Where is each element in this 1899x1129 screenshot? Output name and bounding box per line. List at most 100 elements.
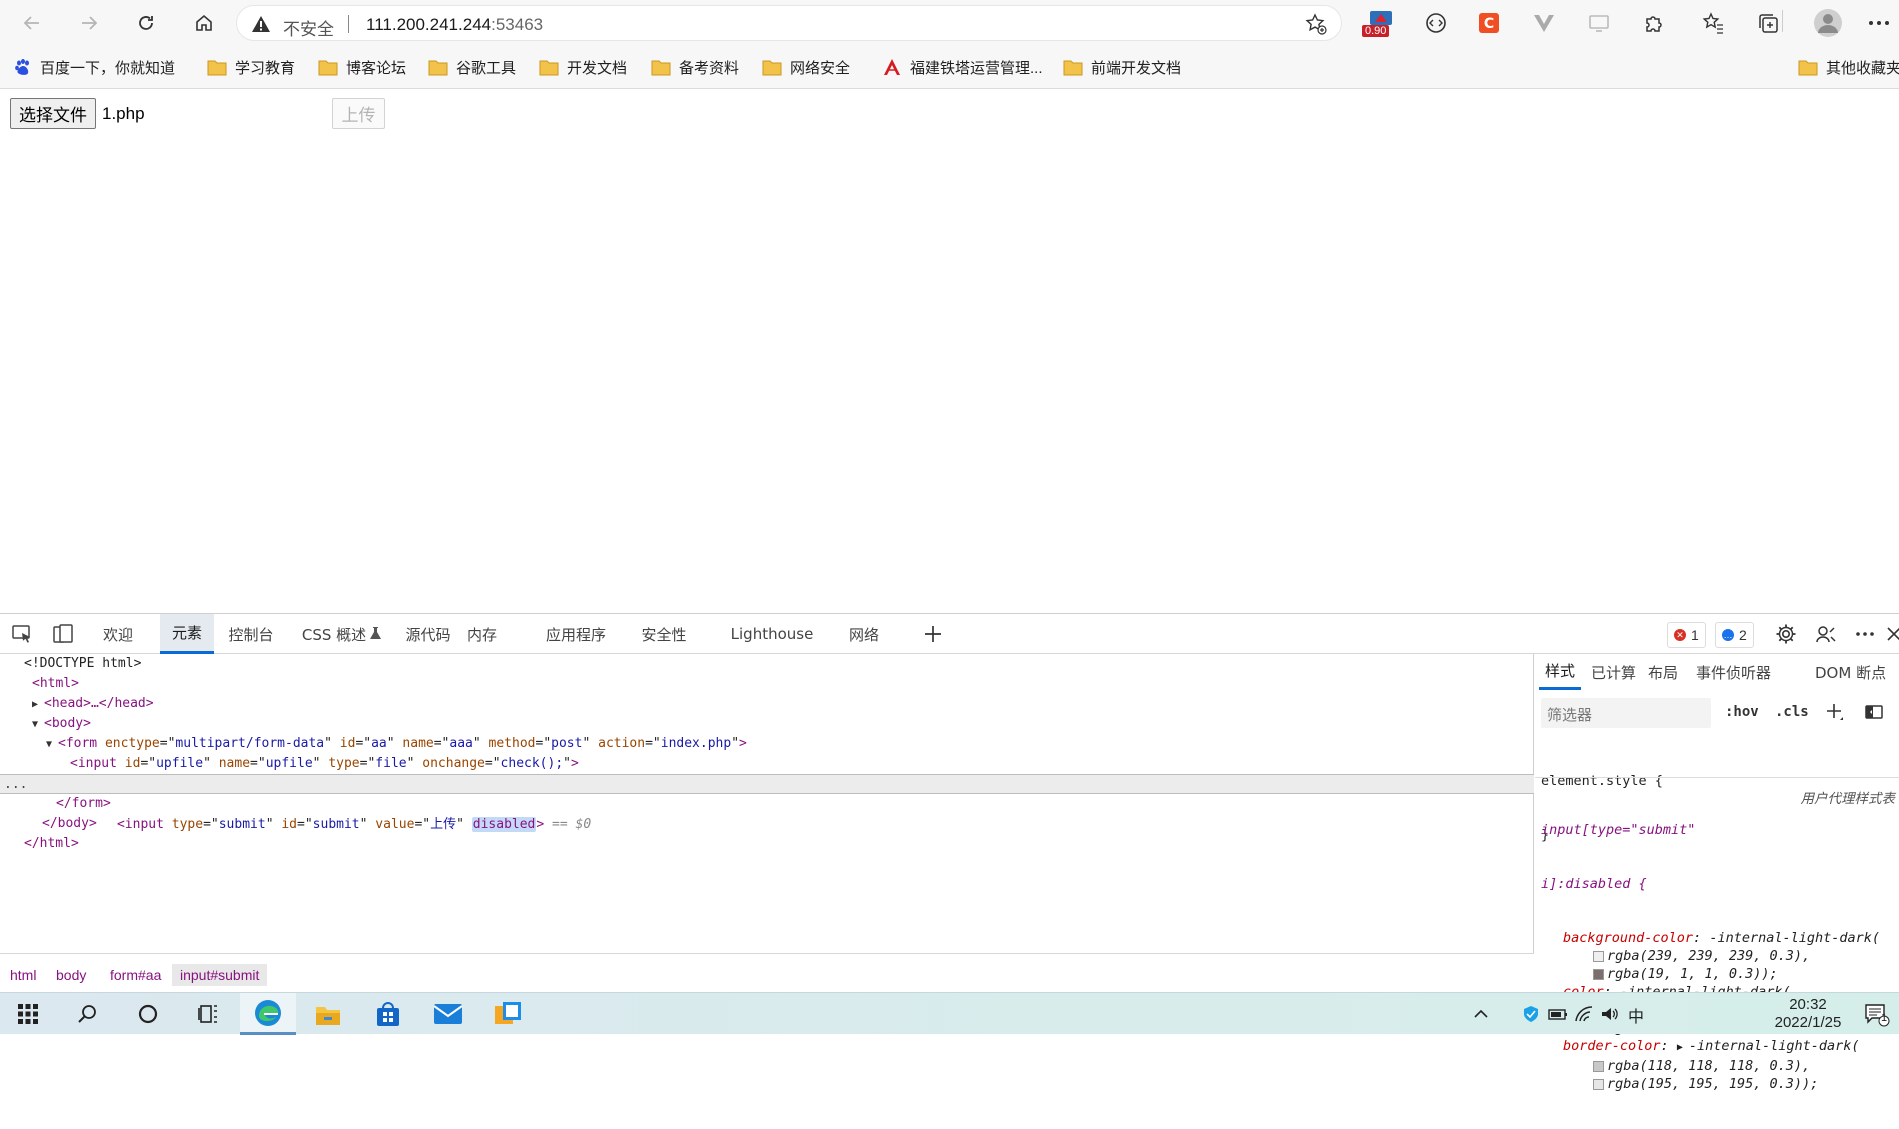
- style-declaration-line[interactable]: border-color: ▶ -internal-light-dark(: [1541, 1037, 1893, 1057]
- taskbar-edge-app[interactable]: [240, 993, 296, 1035]
- dom-line-form[interactable]: ▼ <form enctype="multipart/form-data" id=…: [0, 734, 1534, 754]
- device-toolbar-icon[interactable]: [52, 623, 74, 645]
- devtools-tab[interactable]: CSS 概述: [288, 614, 380, 654]
- collapse-triangle-icon[interactable]: ▼: [46, 735, 58, 755]
- inspect-element-icon[interactable]: [11, 623, 33, 645]
- dom-line-input-file[interactable]: <input id="upfile" name="upfile" type="f…: [0, 754, 1534, 774]
- collections-icon[interactable]: [1755, 10, 1781, 36]
- styles-subtab[interactable]: 布局: [1648, 654, 1678, 690]
- color-swatch[interactable]: [1593, 1078, 1604, 1090]
- styles-subtab[interactable]: DOM 断点: [1815, 654, 1886, 690]
- styles-subtab[interactable]: 已计算: [1591, 654, 1636, 690]
- security-shield-tray-icon[interactable]: [1522, 1005, 1540, 1023]
- devtools-tab[interactable]: 应用程序: [534, 614, 618, 654]
- favorites-icon[interactable]: [1700, 10, 1726, 36]
- start-button[interactable]: [0, 993, 56, 1035]
- color-swatch[interactable]: [1593, 1060, 1604, 1072]
- style-declaration-line[interactable]: rgba(239, 239, 239, 0.3),: [1541, 947, 1893, 965]
- devtools-tab[interactable]: 内存: [462, 614, 502, 654]
- settings-gear-icon[interactable]: [1775, 623, 1797, 645]
- show-hidden-icons-chevron-icon[interactable]: [1472, 1005, 1490, 1023]
- profile-avatar[interactable]: [1813, 8, 1843, 38]
- forward-button[interactable]: [73, 7, 105, 39]
- dom-line-input-submit-selected[interactable]: ... <input type="submit" id="submit" val…: [0, 774, 1534, 832]
- more-menu-icon[interactable]: [1866, 10, 1892, 36]
- url-text[interactable]: 111.200.241.244:53463: [366, 15, 543, 35]
- breadcrumb-item[interactable]: body: [48, 964, 94, 986]
- bookmark-item[interactable]: 网络安全: [762, 55, 850, 79]
- battery-icon[interactable]: [1548, 1005, 1568, 1023]
- error-count-badge[interactable]: ✕ 1: [1667, 622, 1706, 648]
- styles-subtab[interactable]: 样式: [1539, 654, 1582, 690]
- bookmark-item[interactable]: 谷歌工具: [428, 55, 516, 79]
- bookmark-item[interactable]: 开发文档: [539, 55, 627, 79]
- taskbar-file-explorer[interactable]: [300, 993, 356, 1035]
- refresh-button[interactable]: [130, 7, 162, 39]
- new-style-rule-icon[interactable]: [1825, 702, 1845, 722]
- customize-icon[interactable]: [1815, 623, 1837, 645]
- taskbar-mail[interactable]: [420, 993, 476, 1035]
- insecure-label[interactable]: 不安全: [283, 15, 334, 40]
- dom-line-body-close[interactable]: </body>: [0, 814, 1534, 834]
- bookmark-item[interactable]: 百度一下，你就知道: [14, 55, 175, 79]
- breadcrumb-item[interactable]: input#submit: [172, 964, 268, 986]
- address-bar[interactable]: 不安全 111.200.241.244:53463: [236, 5, 1342, 41]
- cortana-button[interactable]: [120, 993, 176, 1035]
- styles-subtab[interactable]: 事件侦听器: [1696, 654, 1771, 690]
- warning-icon[interactable]: [251, 15, 271, 33]
- styles-filter-input[interactable]: 筛选器: [1541, 698, 1711, 728]
- devtools-tab[interactable]: 网络: [842, 614, 886, 654]
- devtools-tab[interactable]: 安全性: [634, 614, 694, 654]
- expand-triangle-icon[interactable]: ▶: [32, 695, 44, 715]
- dom-gutter-ellipsis[interactable]: ...: [4, 775, 27, 795]
- bookmark-item[interactable]: 学习教育: [207, 55, 295, 79]
- devtools-tab[interactable]: 元素: [160, 614, 214, 654]
- bookmark-item[interactable]: 博客论坛: [318, 55, 406, 79]
- volume-icon[interactable]: [1600, 1005, 1620, 1023]
- dom-line-body[interactable]: ▼ <body>: [0, 714, 1534, 734]
- breadcrumb-item[interactable]: html: [2, 964, 44, 986]
- task-view-button[interactable]: [180, 993, 236, 1035]
- home-button[interactable]: [188, 7, 220, 39]
- toggle-sidebar-icon[interactable]: [1864, 702, 1884, 722]
- taskbar-store[interactable]: [360, 993, 416, 1035]
- choose-file-button[interactable]: 选择文件: [10, 98, 96, 129]
- dom-line-doctype[interactable]: <!DOCTYPE html>: [0, 654, 1534, 674]
- bookmark-item[interactable]: 备考资料: [651, 55, 739, 79]
- style-declaration-line[interactable]: rgba(19, 1, 1, 0.3));: [1541, 965, 1893, 983]
- ua-rule[interactable]: input[type="submit" i]:disabled { backgr…: [1541, 785, 1893, 1129]
- add-favorite-icon[interactable]: [1305, 13, 1327, 35]
- system-clock[interactable]: 20:32 2022/1/25: [1772, 996, 1844, 1032]
- cls-button[interactable]: .cls: [1775, 704, 1809, 720]
- taskbar-search-button[interactable]: [60, 993, 116, 1035]
- bookmark-item[interactable]: 前端开发文档: [1063, 55, 1181, 79]
- bookmark-item[interactable]: 其他收藏夹: [1798, 55, 1899, 79]
- add-tab-icon[interactable]: [922, 623, 944, 645]
- taskbar-remote-app[interactable]: [480, 993, 536, 1035]
- extension-vue-icon[interactable]: [1531, 10, 1557, 36]
- extensions-puzzle-icon[interactable]: [1641, 10, 1667, 36]
- devtools-tab[interactable]: 欢迎: [97, 614, 139, 654]
- breadcrumb-item[interactable]: form#aa: [102, 964, 169, 986]
- extension-c-icon[interactable]: C: [1476, 10, 1502, 36]
- devtools-tab[interactable]: 控制台: [222, 614, 280, 654]
- expand-triangle-icon[interactable]: ▶: [1677, 1042, 1689, 1053]
- color-swatch[interactable]: [1593, 968, 1604, 980]
- wifi-icon[interactable]: [1574, 1005, 1594, 1023]
- style-declaration-line[interactable]: background-color: -internal-light-dark(: [1541, 929, 1893, 947]
- bookmark-item[interactable]: 福建铁塔运营管理...: [882, 55, 1043, 79]
- ime-indicator[interactable]: 中: [1628, 1003, 1644, 1027]
- devtools-tab[interactable]: Lighthouse: [718, 614, 826, 654]
- back-button[interactable]: [16, 7, 48, 39]
- dom-line-head[interactable]: ▶ <head>…</head>: [0, 694, 1534, 714]
- hov-button[interactable]: :hov: [1725, 704, 1759, 720]
- extension-screen-icon[interactable]: [1586, 10, 1612, 36]
- dom-line-html[interactable]: <html>: [0, 674, 1534, 694]
- style-declaration-line[interactable]: rgba(118, 118, 118, 0.3),: [1541, 1057, 1893, 1075]
- dom-line-form-close[interactable]: </form>: [0, 794, 1534, 814]
- message-count-badge[interactable]: … 2: [1715, 622, 1754, 648]
- extension-code-icon[interactable]: [1423, 10, 1449, 36]
- collapse-triangle-icon[interactable]: ▼: [32, 715, 44, 735]
- dom-line-html-close[interactable]: </html>: [0, 834, 1534, 854]
- style-declaration-line[interactable]: rgba(195, 195, 195, 0.3));: [1541, 1075, 1893, 1093]
